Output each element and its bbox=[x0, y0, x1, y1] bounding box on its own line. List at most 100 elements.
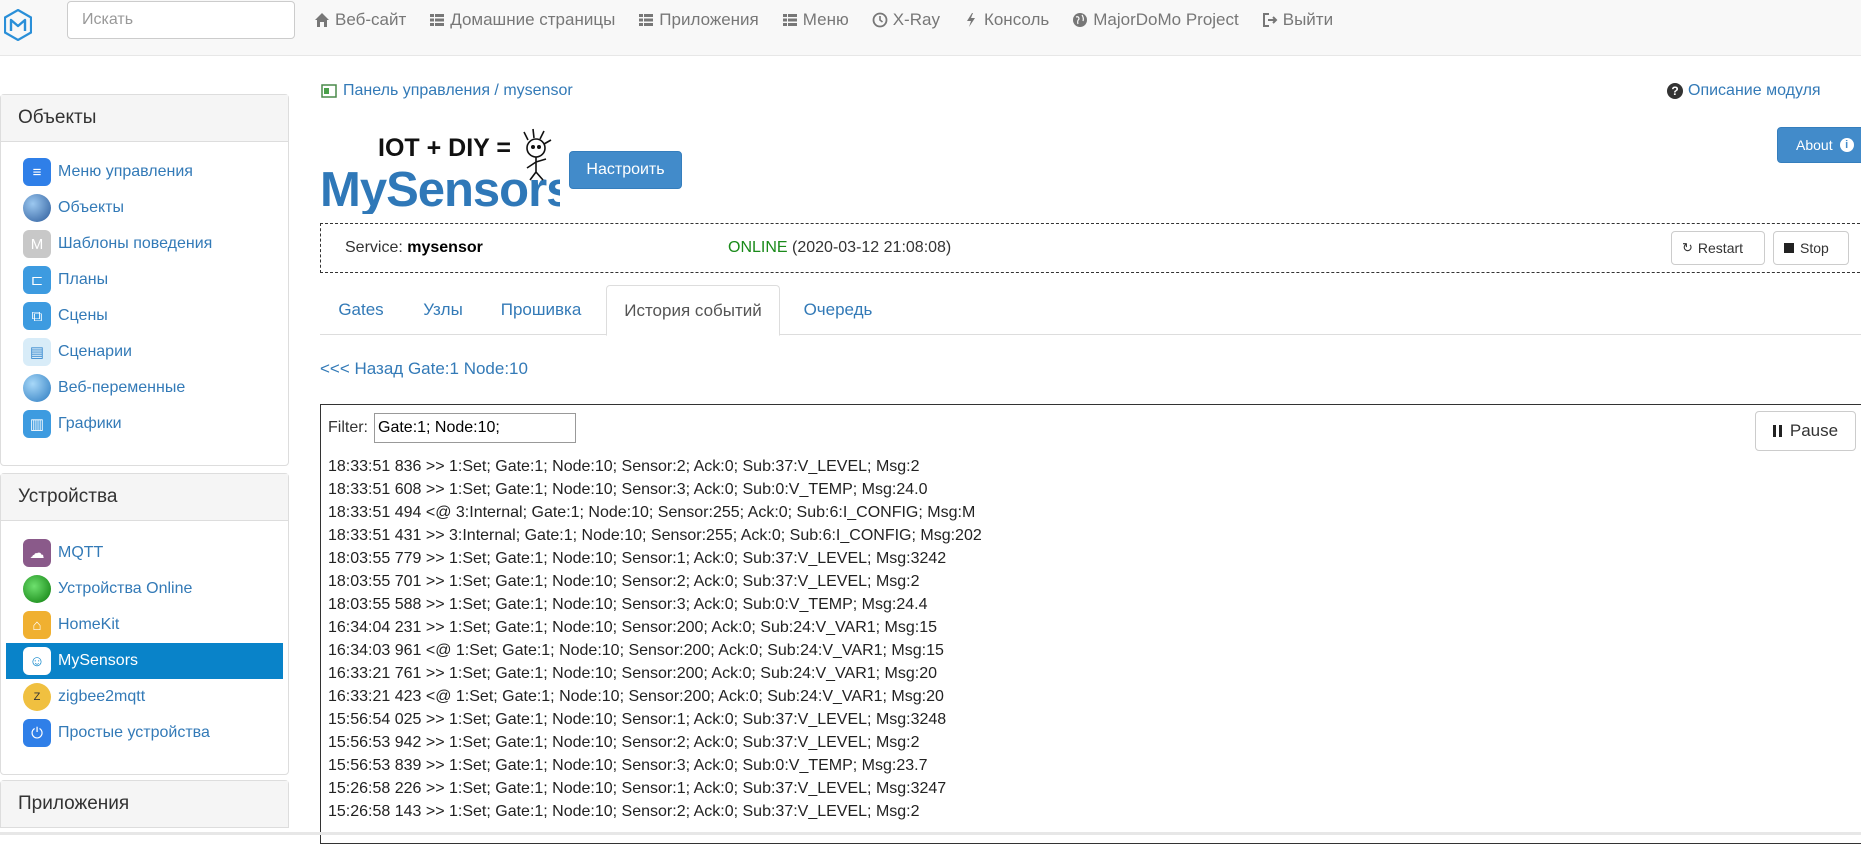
nav-link-label: Приложения bbox=[659, 10, 759, 29]
nav-link-majordomo-project[interactable]: MajorDoMo Project bbox=[1072, 8, 1239, 32]
th-list-icon bbox=[638, 12, 654, 28]
log-out-icon bbox=[1262, 12, 1278, 28]
log-line: 15:56:54 025 >> 1:Set; Gate:1; Node:10; … bbox=[328, 711, 947, 728]
online-icon bbox=[23, 575, 51, 603]
sidebar-item-label: Веб-переменные bbox=[58, 379, 186, 396]
sidebar-item-label: Меню управления bbox=[58, 163, 193, 180]
sidebar-item-control-menu[interactable]: ≡ Меню управления bbox=[6, 154, 283, 190]
sidebar-item-label: Графики bbox=[58, 415, 122, 432]
sidebar-item-mqtt[interactable]: ☁ MQTT bbox=[6, 535, 283, 571]
question-circle-icon: ? bbox=[1667, 83, 1683, 99]
service-timestamp: (2020-03-12 21:08:08) bbox=[792, 239, 952, 256]
sidebar-item-mysensors[interactable]: ☺ MySensors bbox=[6, 643, 283, 679]
control-panel-icon bbox=[321, 84, 337, 98]
tab-nodes[interactable]: Узлы bbox=[402, 285, 484, 335]
pause-icon bbox=[1772, 425, 1782, 437]
logo-tagline: IOT + DIY = bbox=[378, 134, 511, 162]
breadcrumb-separator: / bbox=[489, 82, 504, 99]
nav-links: Веб-сайт Домашние страницы Приложения Ме… bbox=[314, 8, 1356, 32]
sidebar-item-web-variables[interactable]: Веб-переменные bbox=[6, 370, 283, 406]
menu-icon: ≡ bbox=[23, 158, 51, 186]
restart-button[interactable]: ↻ Restart bbox=[1671, 231, 1765, 265]
nav-link-xray[interactable]: X-Ray bbox=[872, 8, 940, 32]
mqtt-icon: ☁ bbox=[23, 539, 51, 567]
nav-link-label: Выйти bbox=[1282, 10, 1334, 29]
configure-button[interactable]: Настроить bbox=[569, 151, 682, 189]
nav-link-home-pages[interactable]: Домашние страницы bbox=[429, 8, 615, 32]
sidebar-panel-apps: Приложения bbox=[0, 780, 289, 828]
panel-title: Объекты bbox=[1, 95, 288, 142]
sidebar-item-scenes[interactable]: ⧉ Сцены bbox=[6, 298, 283, 334]
sidebar-item-objects[interactable]: Объекты bbox=[6, 190, 283, 226]
module-description-link[interactable]: ? Описание модуля bbox=[1667, 82, 1821, 100]
sidebar-item-label: Сцены bbox=[58, 307, 108, 324]
log-line: 16:33:21 761 >> 1:Set; Gate:1; Node:10; … bbox=[328, 665, 937, 682]
nav-link-label: X-Ray bbox=[892, 10, 940, 29]
nav-link-console[interactable]: Консоль bbox=[963, 8, 1049, 32]
th-list-icon bbox=[782, 12, 798, 28]
log-line: 16:33:21 423 <@ 1:Set; Gate:1; Node:10; … bbox=[328, 688, 944, 705]
stop-button[interactable]: Stop bbox=[1773, 231, 1849, 265]
about-button-label: About bbox=[1796, 137, 1833, 153]
sidebar-item-homekit[interactable]: ⌂ HomeKit bbox=[6, 607, 283, 643]
majordomo-logo-icon[interactable] bbox=[4, 9, 32, 41]
globe-icon bbox=[1072, 12, 1088, 28]
nav-link-label: Домашние страницы bbox=[450, 10, 616, 29]
homekit-icon: ⌂ bbox=[23, 611, 51, 639]
sidebar-item-behavior-templates[interactable]: M Шаблоны поведения bbox=[6, 226, 283, 262]
nav-link-menu[interactable]: Меню bbox=[782, 8, 849, 32]
sidebar-item-zigbee2mqtt[interactable]: Z zigbee2mqtt bbox=[6, 679, 283, 715]
tab-gates[interactable]: Gates bbox=[320, 285, 402, 335]
nav-link-apps[interactable]: Приложения bbox=[638, 8, 759, 32]
plan-icon: ⊏ bbox=[23, 266, 51, 294]
tab-queue[interactable]: Очередь bbox=[790, 285, 886, 335]
web-vars-icon bbox=[23, 374, 51, 402]
service-status: ONLINE (2020-03-12 21:08:08) bbox=[728, 239, 951, 257]
breadcrumb-root-link[interactable]: Панель управления bbox=[343, 82, 490, 100]
panel-title[interactable]: Приложения bbox=[1, 781, 288, 828]
template-icon: M bbox=[23, 230, 51, 258]
log-line: 18:33:51 431 >> 3:Internal; Gate:1; Node… bbox=[328, 527, 982, 544]
sidebar-item-label: zigbee2mqtt bbox=[58, 688, 146, 705]
info-icon: i bbox=[1839, 138, 1854, 152]
sidebar-item-label: Объекты bbox=[58, 199, 124, 216]
tab-bar: Gates Узлы Прошивка История событий Очер… bbox=[320, 285, 1861, 336]
nav-link-website[interactable]: Веб-сайт bbox=[314, 8, 406, 32]
power-icon: ⏻ bbox=[23, 719, 51, 747]
event-log-panel: Filter: Pause 18:33:51 836 >> 1:Set; Gat… bbox=[320, 404, 1861, 844]
sidebar-item-label: MySensors bbox=[58, 652, 139, 669]
module-description-label: Описание модуля bbox=[1688, 82, 1821, 99]
mysensors-logo: IOT + DIY = MySensors bbox=[320, 128, 560, 214]
th-list-icon bbox=[429, 12, 445, 28]
tab-event-history[interactable]: История событий bbox=[606, 285, 780, 336]
log-line: 18:03:55 701 >> 1:Set; Gate:1; Node:10; … bbox=[328, 573, 920, 590]
search-input[interactable] bbox=[67, 1, 295, 39]
globe-icon bbox=[23, 194, 51, 222]
log-line: 18:03:55 588 >> 1:Set; Gate:1; Node:10; … bbox=[328, 596, 928, 613]
stop-button-label: Stop bbox=[1800, 240, 1829, 256]
sidebar-item-plans[interactable]: ⊏ Планы bbox=[6, 262, 283, 298]
pause-button[interactable]: Pause bbox=[1755, 411, 1856, 451]
log-line: 18:03:55 779 >> 1:Set; Gate:1; Node:10; … bbox=[328, 550, 947, 567]
sidebar-item-label: Сценарии bbox=[58, 343, 132, 360]
sidebar-item-devices-online[interactable]: Устройства Online bbox=[6, 571, 283, 607]
mysensors-icon: ☺ bbox=[23, 647, 51, 675]
sidebar-item-scripts[interactable]: ▤ Сценарии bbox=[6, 334, 283, 370]
nav-link-label: Меню bbox=[802, 10, 849, 29]
sidebar-item-charts[interactable]: ▥ Графики bbox=[6, 406, 283, 442]
sidebar-item-label: MQTT bbox=[58, 544, 104, 561]
sidebar-item-simple-devices[interactable]: ⏻ Простые устройства bbox=[6, 715, 283, 751]
nav-link-logout[interactable]: Выйти bbox=[1262, 8, 1333, 32]
logo-wordmark: MySensors bbox=[320, 163, 560, 214]
log-line: 15:26:58 143 >> 1:Set; Gate:1; Node:10; … bbox=[328, 803, 920, 820]
top-navbar: Веб-сайт Домашние страницы Приложения Ме… bbox=[0, 0, 1861, 56]
about-button[interactable]: About i bbox=[1777, 127, 1861, 163]
breadcrumb-current-link[interactable]: mysensor bbox=[503, 82, 572, 100]
back-link[interactable]: <<< Назад Gate:1 Node:10 bbox=[320, 359, 528, 379]
filter-input[interactable] bbox=[374, 413, 576, 443]
zigbee-icon: Z bbox=[23, 683, 51, 711]
refresh-icon: ↻ bbox=[1682, 240, 1693, 255]
home-icon bbox=[314, 12, 330, 28]
log-line: 16:34:04 231 >> 1:Set; Gate:1; Node:10; … bbox=[328, 619, 937, 636]
tab-firmware[interactable]: Прошивка bbox=[484, 285, 598, 335]
